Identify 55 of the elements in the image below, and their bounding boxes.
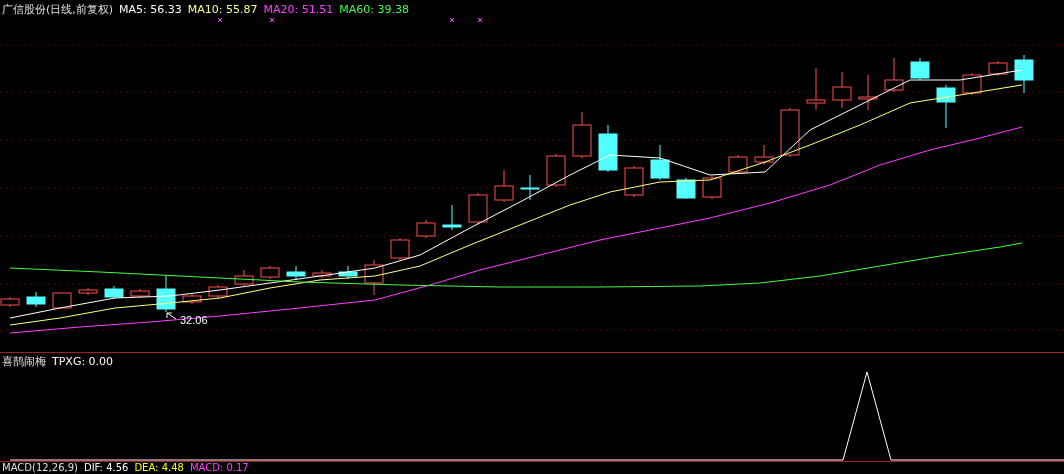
candlestick bbox=[572, 111, 592, 159]
candlestick bbox=[1014, 54, 1034, 94]
candlestick bbox=[598, 124, 618, 173]
candlestick bbox=[754, 144, 774, 166]
candlestick bbox=[130, 288, 150, 299]
cross-marker-icon bbox=[217, 18, 223, 23]
indicator-value: MA5: 56.33 bbox=[119, 2, 182, 16]
candlestick bbox=[104, 285, 124, 300]
candlestick bbox=[468, 192, 488, 225]
candlestick bbox=[910, 57, 930, 81]
candlestick bbox=[364, 259, 384, 296]
indicator-title: MACD(12,26,9) bbox=[2, 462, 78, 474]
candlestick bbox=[26, 291, 46, 308]
indicator-value: DIF: 4.56 bbox=[83, 462, 129, 474]
candlestick bbox=[858, 74, 878, 111]
candlestick bbox=[182, 293, 202, 305]
candlestick bbox=[702, 175, 722, 200]
candlestick bbox=[520, 174, 540, 201]
cross-marker-icon bbox=[477, 18, 483, 23]
candlestick bbox=[884, 57, 904, 93]
candlestick bbox=[546, 153, 566, 188]
cross-marker-icon bbox=[269, 18, 275, 23]
candlestick bbox=[208, 284, 228, 299]
indicator-value: MA60: 39.38 bbox=[339, 2, 409, 16]
candlestick bbox=[988, 60, 1008, 77]
candlestick bbox=[260, 265, 280, 280]
candlestick bbox=[962, 72, 982, 96]
candlestick bbox=[832, 71, 852, 109]
candlestick bbox=[156, 274, 176, 313]
indicator-value: MACD: 0.17 bbox=[189, 462, 249, 474]
candlestick bbox=[52, 292, 72, 309]
candlestick bbox=[442, 204, 462, 231]
indicator-value: DEA: 4.48 bbox=[134, 462, 184, 474]
candlestick bbox=[78, 287, 98, 296]
candlestick bbox=[494, 169, 514, 203]
candlestick bbox=[624, 165, 644, 198]
candlestick bbox=[234, 269, 254, 287]
indicator-value: TPXG: 0.00 bbox=[52, 354, 114, 368]
candlestick bbox=[312, 269, 332, 279]
candlestick bbox=[676, 177, 696, 200]
candlestick bbox=[780, 107, 800, 158]
candlestick bbox=[286, 265, 306, 281]
candlestick bbox=[416, 219, 436, 239]
candlestick bbox=[390, 237, 410, 261]
candlestick bbox=[936, 84, 956, 129]
indicator-value: MA10: 55.87 bbox=[187, 2, 258, 16]
arrow-icon bbox=[166, 312, 177, 320]
indicator-title: 喜鹊闹梅 bbox=[2, 353, 46, 369]
indicator-value: MA20: 51.51 bbox=[263, 2, 334, 16]
cross-marker-icon bbox=[449, 18, 455, 23]
candlestick bbox=[338, 265, 358, 280]
candlestick bbox=[650, 144, 670, 181]
candlestick bbox=[728, 154, 748, 175]
candlestick bbox=[806, 67, 826, 111]
stock-title: 广信股份(日线,前复权) bbox=[2, 1, 114, 17]
